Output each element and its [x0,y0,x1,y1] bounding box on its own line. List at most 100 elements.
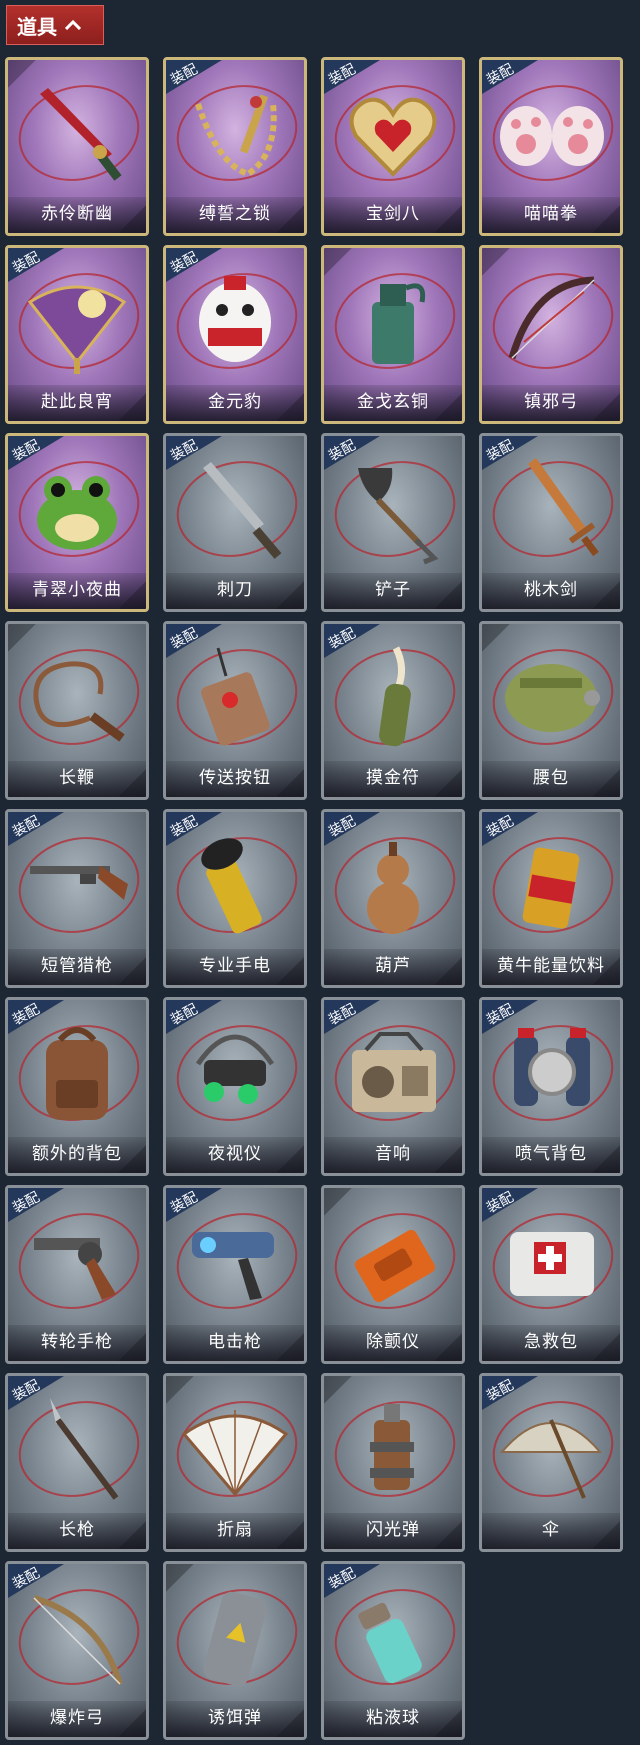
item-card[interactable]: 装配 桃木剑 [479,433,623,612]
item-name: 爆炸弓 [8,1701,146,1737]
item-name: 金戈玄铜 [324,385,462,421]
item-card[interactable]: 装配 金元豹 [163,245,307,424]
item-card[interactable]: 装配 摸金符 [321,621,465,800]
equipped-badge: 装配 [324,436,380,470]
equipped-badge: 装配 [166,248,222,282]
equipped-badge: 装配 [324,1000,380,1034]
item-name: 夜视仪 [166,1137,304,1173]
item-name: 青翠小夜曲 [8,573,146,609]
decoy-icon [203,1591,267,1687]
item-card[interactable]: 装配 专业手电 [163,809,307,988]
item-name: 急救包 [482,1325,620,1361]
equipped-badge: 装配 [166,624,222,658]
item-card[interactable]: 装配 刺刀 [163,433,307,612]
item-card[interactable]: 装配 急救包 [479,1185,623,1364]
equipped-badge: 装配 [8,1564,64,1598]
item-card[interactable]: 装配 缚誓之锁 [163,57,307,236]
whip-icon [33,661,125,742]
item-name: 黄牛能量饮料 [482,949,620,985]
item-card[interactable]: 金戈玄铜 [321,245,465,424]
item-name: 镇邪弓 [482,385,620,421]
equipped-badge: 装配 [166,436,222,470]
item-name: 额外的背包 [8,1137,146,1173]
equipped-badge: 装配 [166,812,222,846]
equipped-badge: 装配 [8,812,64,846]
equipped-badge: 装配 [166,60,222,94]
item-name: 长鞭 [8,761,146,797]
defibrillator-icon [354,1229,436,1303]
item-name: 葫芦 [324,949,462,985]
item-name: 金元豹 [166,385,304,421]
equipped-badge: 装配 [482,812,538,846]
item-name: 伞 [482,1513,620,1549]
equipped-badge: 装配 [8,436,64,470]
item-name: 诱饵弹 [166,1701,304,1737]
item-name: 传送按钮 [166,761,304,797]
item-card[interactable]: 装配 传送按钮 [163,621,307,800]
waist-bag-icon [505,664,600,732]
item-card[interactable]: 装配 额外的背包 [5,997,149,1176]
equipped-badge: 装配 [482,1376,538,1410]
item-card[interactable]: 除颤仪 [321,1185,465,1364]
item-card[interactable]: 装配 喵喵拳 [479,57,623,236]
item-card[interactable]: 装配 转轮手枪 [5,1185,149,1364]
folding-fan-icon [181,1410,289,1497]
category-tab-label: 道具 [17,14,57,39]
equipped-badge: 装配 [324,60,380,94]
item-card[interactable]: 装配 宝剑八 [321,57,465,236]
item-name: 粘液球 [324,1701,462,1737]
item-name: 桃木剑 [482,573,620,609]
item-card[interactable]: 折扇 [163,1373,307,1552]
item-card[interactable]: 装配 爆炸弓 [5,1561,149,1740]
item-card[interactable]: 装配 电击枪 [163,1185,307,1364]
item-name: 除颤仪 [324,1325,462,1361]
item-name: 音响 [324,1137,462,1173]
item-card[interactable]: 装配 短管猎枪 [5,809,149,988]
item-card[interactable]: 装配 夜视仪 [163,997,307,1176]
item-card[interactable]: 诱饵弹 [163,1561,307,1740]
equipped-badge: 装配 [324,1564,380,1598]
item-name: 缚誓之锁 [166,197,304,233]
item-card[interactable]: 装配 音响 [321,997,465,1176]
item-card[interactable]: 镇邪弓 [479,245,623,424]
item-name: 刺刀 [166,573,304,609]
item-card[interactable]: 装配 铲子 [321,433,465,612]
item-name: 宝剑八 [324,197,462,233]
equipped-badge: 装配 [8,1000,64,1034]
chevron-up-icon [65,20,81,30]
category-tab-items[interactable]: 道具 [6,5,104,45]
item-card[interactable]: 装配 葫芦 [321,809,465,988]
item-card[interactable]: 装配伞 [479,1373,623,1552]
item-name: 赴此良宵 [8,385,146,421]
equipped-badge: 装配 [166,1000,222,1034]
flashbang-icon [370,1404,414,1490]
equipped-badge: 装配 [166,1188,222,1222]
item-card[interactable]: 腰包 [479,621,623,800]
item-name: 腰包 [482,761,620,797]
item-name: 长枪 [8,1513,146,1549]
item-name: 喵喵拳 [482,197,620,233]
item-card[interactable]: 装配 长枪 [5,1373,149,1552]
equipped-badge: 装配 [8,1188,64,1222]
item-card[interactable]: 装配 粘液球 [321,1561,465,1740]
item-card[interactable]: 装配 青翠小夜曲 [5,433,149,612]
bronze-grenade-icon [372,283,426,364]
item-name: 喷气背包 [482,1137,620,1173]
item-name: 铲子 [324,573,462,609]
item-card[interactable]: 闪光弹 [321,1373,465,1552]
bow-icon [508,276,595,359]
item-name: 摸金符 [324,761,462,797]
equipped-badge: 装配 [482,1188,538,1222]
item-name: 赤伶断幽 [8,197,146,233]
item-card[interactable]: 赤伶断幽 [5,57,149,236]
equipped-badge: 装配 [8,1376,64,1410]
equipped-badge: 装配 [482,436,538,470]
equipped-badge: 装配 [324,812,380,846]
item-card[interactable]: 装配 黄牛能量饮料 [479,809,623,988]
item-grid: 赤伶断幽 装配 缚誓之锁 装配 宝剑八 装配 喵喵拳 装配 赴此良宵 装配 金元豹 金戈玄铜 镇邪弓 装配… [5,57,637,1745]
equipped-badge: 装配 [482,1000,538,1034]
item-card[interactable]: 长鞭 [5,621,149,800]
item-name: 闪光弹 [324,1513,462,1549]
item-card[interactable]: 装配 喷气背包 [479,997,623,1176]
item-card[interactable]: 装配 赴此良宵 [5,245,149,424]
